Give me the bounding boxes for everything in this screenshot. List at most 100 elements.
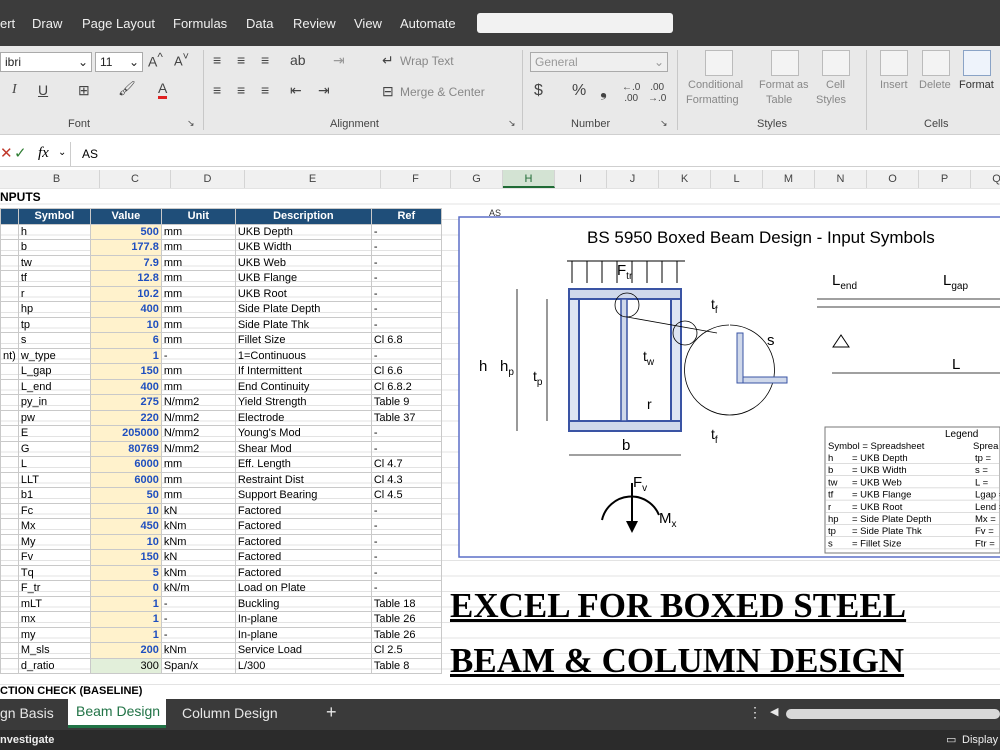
value-cell[interactable]: 80769 <box>89 440 162 457</box>
unit-cell[interactable]: - <box>160 595 236 612</box>
header-cell-value[interactable]: Value <box>89 208 162 225</box>
description-cell[interactable]: 1=Continuous <box>234 347 372 364</box>
description-cell[interactable]: Support Bearing <box>234 487 372 504</box>
menu-item-review[interactable]: Review <box>293 16 336 31</box>
symbol-cell[interactable]: E <box>17 425 91 442</box>
description-cell[interactable]: Load on Plate <box>234 580 372 597</box>
value-cell[interactable]: 6 <box>89 332 162 349</box>
column-header-o[interactable]: O <box>867 170 919 188</box>
row-label-cell[interactable] <box>0 409 19 426</box>
unit-cell[interactable]: N/mm2 <box>160 425 236 442</box>
symbol-cell[interactable]: tp <box>17 316 91 333</box>
unit-cell[interactable]: kN <box>160 502 236 519</box>
formula-input[interactable]: AS <box>82 147 98 161</box>
row-label-cell[interactable] <box>0 626 19 643</box>
align-left-icon[interactable]: ≡ <box>213 82 221 98</box>
ref-cell[interactable]: Table 26 <box>370 626 442 643</box>
menu-item-view[interactable]: View <box>354 16 382 31</box>
value-cell[interactable]: 400 <box>89 301 162 318</box>
header-cell-description[interactable]: Description <box>234 208 372 225</box>
cell-styles-icon[interactable] <box>822 50 850 76</box>
row-label-cell[interactable] <box>0 270 19 287</box>
cell-label[interactable]: Cell <box>826 79 845 91</box>
unit-cell[interactable]: N/mm2 <box>160 394 236 411</box>
decrease-decimal-icon[interactable]: .00 →.0 <box>648 82 666 104</box>
value-cell[interactable]: 300 <box>89 657 162 674</box>
fill-color-icon[interactable]: 🖌 <box>118 80 136 97</box>
column-header-q[interactable]: Q <box>971 170 1000 188</box>
symbol-cell[interactable]: LLT <box>17 471 91 488</box>
unit-cell[interactable]: mm <box>160 285 236 302</box>
unit-cell[interactable]: mm <box>160 363 236 380</box>
value-cell[interactable]: 10.2 <box>89 285 162 302</box>
dialog-launcher-icon[interactable]: ↘ <box>508 118 516 129</box>
unit-cell[interactable]: kNm <box>160 533 236 550</box>
description-cell[interactable]: If Intermittent <box>234 363 372 380</box>
ref-cell[interactable]: Table 26 <box>370 611 442 628</box>
symbol-cell[interactable]: mLT <box>17 595 91 612</box>
symbol-cell[interactable]: d_ratio <box>17 657 91 674</box>
symbol-cell[interactable]: my <box>17 626 91 643</box>
font-color-icon[interactable]: A <box>158 80 168 99</box>
symbol-cell[interactable]: mx <box>17 611 91 628</box>
row-label-cell[interactable] <box>0 254 19 271</box>
search-box[interactable] <box>477 13 673 33</box>
row-label-cell[interactable] <box>0 564 19 581</box>
format-as-label[interactable]: Format as <box>759 79 809 91</box>
column-header-h[interactable]: H <box>503 170 555 188</box>
unit-cell[interactable]: mm <box>160 456 236 473</box>
ref-cell[interactable]: - <box>370 254 442 271</box>
orientation-icon[interactable]: ab <box>290 52 306 68</box>
menu-item-data[interactable]: Data <box>246 16 273 31</box>
row-label-cell[interactable] <box>0 285 19 302</box>
value-cell[interactable]: 50 <box>89 487 162 504</box>
ref-cell[interactable]: Cl 6.8.2 <box>370 378 442 395</box>
display-settings[interactable]: Display <box>962 734 998 746</box>
unit-cell[interactable]: kN <box>160 549 236 566</box>
underline-icon[interactable]: U <box>38 82 48 98</box>
chevron-down-icon[interactable]: ⌄ <box>58 147 66 158</box>
borders-icon[interactable]: ⊞ <box>78 82 90 99</box>
description-cell[interactable]: In-plane <box>234 611 372 628</box>
ref-cell[interactable]: - <box>370 425 442 442</box>
value-cell[interactable]: 177.8 <box>89 239 162 256</box>
column-header-l[interactable]: L <box>711 170 763 188</box>
description-cell[interactable]: Factored <box>234 533 372 550</box>
font-size-select[interactable]: 11 ⌄ <box>95 52 143 72</box>
value-cell[interactable]: 7.9 <box>89 254 162 271</box>
description-cell[interactable]: UKB Flange <box>234 270 372 287</box>
ref-cell[interactable]: Cl 4.5 <box>370 487 442 504</box>
column-header-e[interactable]: E <box>245 170 381 188</box>
ref-cell[interactable]: Table 18 <box>370 595 442 612</box>
ref-cell[interactable]: Cl 2.5 <box>370 642 442 659</box>
align-top-icon[interactable]: ≡ <box>213 52 221 68</box>
value-cell[interactable]: 6000 <box>89 456 162 473</box>
row-label-cell[interactable] <box>0 471 19 488</box>
header-cell-ref[interactable]: Ref <box>370 208 442 225</box>
unit-cell[interactable]: mm <box>160 301 236 318</box>
cancel-icon[interactable]: ✕ <box>0 144 13 162</box>
tab-beam-design[interactable]: Beam Design <box>68 699 166 728</box>
unit-cell[interactable]: N/mm2 <box>160 409 236 426</box>
column-header-c[interactable]: C <box>100 170 171 188</box>
row-label-cell[interactable] <box>0 502 19 519</box>
unit-cell[interactable]: mm <box>160 223 236 240</box>
description-cell[interactable]: Eff. Length <box>234 456 372 473</box>
ref-cell[interactable]: Cl 4.3 <box>370 471 442 488</box>
column-header-m[interactable]: M <box>763 170 815 188</box>
ref-cell[interactable]: Table 37 <box>370 409 442 426</box>
insert-label[interactable]: Insert <box>880 79 908 91</box>
decrease-indent-icon[interactable]: ⇤ <box>290 82 302 99</box>
currency-icon[interactable]: $ <box>534 82 543 100</box>
unit-cell[interactable]: mm <box>160 378 236 395</box>
function-icon[interactable]: fx <box>38 145 49 162</box>
align-bottom-icon[interactable]: ≡ <box>261 52 269 68</box>
ref-cell[interactable]: - <box>370 285 442 302</box>
status-accessibility[interactable]: nvestigate <box>0 734 54 746</box>
ref-cell[interactable]: - <box>370 301 442 318</box>
value-cell[interactable]: 205000 <box>89 425 162 442</box>
value-cell[interactable]: 1 <box>89 595 162 612</box>
symbol-cell[interactable]: Tq <box>17 564 91 581</box>
symbol-cell[interactable]: My <box>17 533 91 550</box>
grow-font-icon[interactable]: A^ <box>148 51 163 70</box>
